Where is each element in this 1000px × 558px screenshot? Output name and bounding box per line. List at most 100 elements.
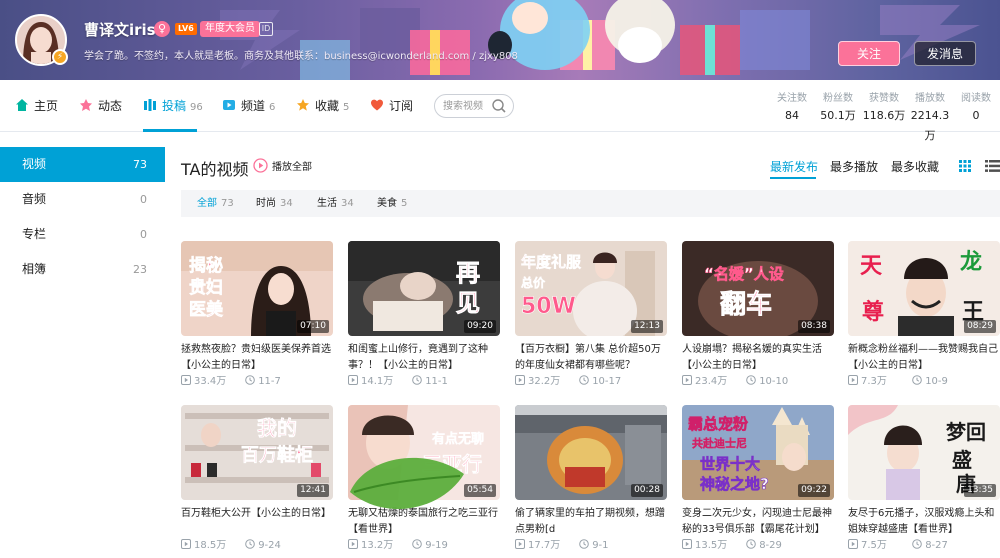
sort-active-indicator (770, 177, 816, 179)
tab-home-label: 主页 (34, 99, 59, 113)
video-duration: 00:28 (631, 484, 663, 497)
video-thumbnail[interactable]: 00:28 (515, 405, 667, 500)
video-title[interactable]: 偷了辆家里的车拍了期视频，想蹭点男粉[d (515, 506, 667, 538)
tab-favorites-label: 收藏 (315, 99, 340, 113)
search-input[interactable] (443, 98, 491, 114)
play-count-icon (682, 539, 692, 549)
video-card[interactable]: 天 龙 尊 王 08:29 新概念粉丝福利——我赞赐我自己【小公主的日常】 7.… (848, 241, 1000, 391)
video-title[interactable]: 【百万衣橱】第八集 总价超50万的年度仙女裙都有哪些呢？ (515, 342, 667, 374)
video-thumbnail[interactable]: 天 龙 尊 王 08:29 (848, 241, 1000, 336)
sort-newest[interactable]: 最新发布 (770, 159, 818, 175)
clock-icon (245, 539, 255, 549)
video-thumbnail[interactable]: 揭秘 贵妇 医美 07:10 (181, 241, 333, 336)
video-card[interactable]: “名媛”人设 翻车 08:38 人设崩塌？揭秘名媛的真实生活【小公主的日常】 2… (682, 241, 834, 391)
tab-dynamic-label: 动态 (98, 99, 123, 113)
svg-text:年度礼服: 年度礼服 (521, 253, 582, 271)
video-card[interactable]: 我的 百万鞋柜 12:41 百万鞋柜大公开【小公主的日常】 18.5万 9-24 (181, 405, 333, 555)
sidebar-item-audio[interactable]: 音频 0 (0, 182, 165, 217)
play-count-icon (348, 539, 358, 549)
tab-uploads-count: 96 (190, 102, 203, 113)
video-meta: 7.3万 10-9 (848, 375, 1000, 389)
video-duration: 09:20 (464, 320, 496, 333)
tab-channels[interactable]: 频道 6 (222, 96, 275, 116)
username: 曹译文iris (84, 21, 156, 39)
video-thumbnail[interactable]: 再 见 09:20 (348, 241, 500, 336)
video-thumbnail[interactable]: “名媛”人设 翻车 08:38 (682, 241, 834, 336)
heart-icon (371, 99, 383, 111)
video-title[interactable]: 友尽于6元播子，汉服戏瘾上头和姐妹穿越盛唐【看世界】 (848, 506, 1000, 538)
video-card[interactable]: 00:28 偷了辆家里的车拍了期视频，想蹭点男粉[d 17.7万 9-1 (515, 405, 667, 555)
user-signature: 学会了跪。不签约，本人就是老板。商务及其他联系：business@icwonde… (84, 51, 518, 62)
svg-text:尊: 尊 (862, 299, 884, 325)
video-thumbnail[interactable]: 霸总宠粉 共赴迪士尼 世界十大 神秘之地? 09:22 (682, 405, 834, 500)
video-title[interactable]: 和闺蜜上山修行，竟遇到了这种事？！【小公主的日常】 (348, 342, 500, 374)
send-message-button[interactable]: 发消息 (914, 41, 976, 66)
sidebar-item-video[interactable]: 视频 73 (0, 147, 165, 182)
tab-channels-label: 频道 (241, 99, 266, 113)
play-count-icon (181, 539, 191, 549)
tab-channels-count: 6 (269, 102, 276, 113)
tab-home[interactable]: 主页 (15, 96, 58, 116)
list-view-icon[interactable] (985, 160, 1000, 172)
video-date: 10-10 (759, 376, 789, 387)
stat-value: 50.1万 (820, 109, 856, 122)
video-card[interactable]: 年度礼服 总价 50W 12:13 【百万衣橱】第八集 总价超50万的年度仙女裙… (515, 241, 667, 391)
home-icon (16, 99, 28, 111)
video-views: 13.2万 (361, 540, 394, 551)
tab-subscriptions[interactable]: 订阅 (370, 96, 413, 116)
video-title[interactable]: 新概念粉丝福利——我赞赐我自己【小公主的日常】 (848, 342, 1000, 374)
svg-text:神秘之地?: 神秘之地? (700, 475, 769, 493)
grid-view-icon[interactable] (959, 160, 971, 172)
video-thumbnail[interactable]: 梦回 盛 唐 13:35 (848, 405, 1000, 500)
sort-most-favorited[interactable]: 最多收藏 (891, 159, 939, 175)
video-card[interactable]: 梦回 盛 唐 13:35 友尽于6元播子，汉服戏瘾上头和姐妹穿越盛唐【看世界】 … (848, 405, 1000, 555)
svg-text:见: 见 (456, 289, 480, 317)
active-tab-indicator (143, 129, 197, 132)
svg-text:再: 再 (456, 259, 480, 287)
dynamic-icon (80, 99, 92, 111)
tab-uploads[interactable]: 投稿 96 (143, 96, 203, 116)
filter-life[interactable]: 生活 34 (317, 197, 354, 211)
video-thumbnail[interactable]: 我的 百万鞋柜 12:41 (181, 405, 333, 500)
banner-artwork (220, 0, 980, 80)
clock-icon (245, 375, 255, 385)
filter-all[interactable]: 全部 73 (197, 197, 234, 211)
video-card[interactable]: 揭秘 贵妇 医美 07:10 拯救熬夜脸？贵妇级医美保养首选【小公主的日常】 3… (181, 241, 333, 391)
video-title[interactable]: 百万鞋柜大公开【小公主的日常】 (181, 506, 333, 538)
video-card[interactable]: 再 见 09:20 和闺蜜上山修行，竟遇到了这种事？！【小公主的日常】 14.1… (348, 241, 500, 391)
video-duration: 07:10 (297, 320, 329, 333)
tab-favorites[interactable]: 收藏 5 (296, 96, 349, 116)
stat-following[interactable]: 关注数 84 (769, 92, 815, 126)
vip-badge[interactable]: 年度大会员 (200, 21, 260, 37)
svg-text:霸总宠粉: 霸总宠粉 (688, 415, 748, 433)
sidebar-item-label: 音频 (22, 192, 47, 206)
tab-dynamic[interactable]: 动态 (79, 96, 122, 116)
video-title[interactable]: 变身二次元少女，闪现迪士尼最神秘的33号俱乐部【霸尾花计划】 (682, 506, 834, 538)
video-thumbnail[interactable]: 年度礼服 总价 50W 12:13 (515, 241, 667, 336)
video-date: 8-29 (759, 540, 782, 551)
svg-text:贵妇: 贵妇 (189, 277, 223, 298)
video-duration: 13:35 (964, 484, 996, 497)
svg-text:我的: 我的 (257, 416, 297, 440)
play-count-icon (848, 375, 858, 385)
filter-fashion[interactable]: 时尚 34 (256, 197, 293, 211)
sidebar-item-count: 0 (140, 193, 147, 206)
stat-value: 0 (972, 109, 980, 122)
stat-label: 阅读数 (961, 93, 991, 104)
video-card[interactable]: 霸总宠粉 共赴迪士尼 世界十大 神秘之地? 09:22 变身二次元少女，闪现迪士… (682, 405, 834, 555)
follow-button[interactable]: 关注 (838, 41, 900, 66)
stat-followers[interactable]: 粉丝数 50.1万 (815, 92, 861, 126)
video-date: 10-9 (925, 376, 948, 387)
video-views: 7.3万 (861, 376, 887, 387)
filter-food[interactable]: 美食 5 (377, 197, 407, 211)
video-meta: 17.7万 9-1 (515, 539, 667, 553)
sidebar-item-articles[interactable]: 专栏 0 (0, 217, 165, 252)
search-icon[interactable] (491, 98, 507, 114)
sort-most-played[interactable]: 最多播放 (830, 159, 878, 175)
video-title[interactable]: 人设崩塌？揭秘名媛的真实生活【小公主的日常】 (682, 342, 834, 374)
stat-value: 84 (785, 109, 799, 122)
video-title[interactable]: 拯救熬夜脸？贵妇级医美保养首选【小公主的日常】 (181, 342, 333, 374)
category-filter-bar: 全部 73 时尚 34 生活 34 美食 5 (181, 190, 1000, 217)
play-all-button[interactable]: 播放全部 (253, 158, 312, 176)
sidebar-item-albums[interactable]: 相簿 23 (0, 252, 165, 287)
